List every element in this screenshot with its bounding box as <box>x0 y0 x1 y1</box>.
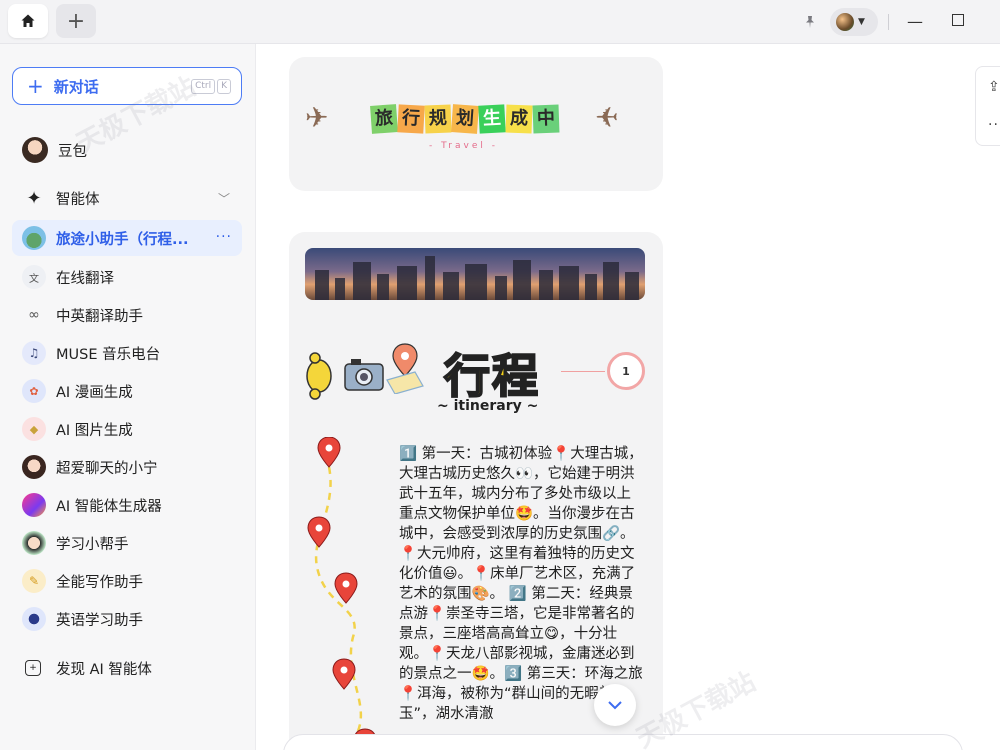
sidebar-item-english-assistant[interactable]: 英语学习助手 <box>12 601 242 637</box>
more-options-icon[interactable]: ··· <box>216 229 232 245</box>
map-pin-icon <box>386 343 424 394</box>
pin-icon <box>806 16 814 28</box>
chevron-down-icon: ﹀ <box>217 192 230 206</box>
more-options-icon[interactable]: ··· <box>988 117 1000 133</box>
sidebar-item-label: 豆包 <box>58 143 87 160</box>
map-pin-icon <box>317 437 341 468</box>
sidebar-item-doubao[interactable]: 豆包 <box>12 132 242 168</box>
banner-char: 旅 <box>370 104 398 134</box>
banner-char: 中 <box>532 104 560 134</box>
share-icon[interactable]: ⇪ <box>988 79 1000 95</box>
gradient-orb-icon <box>22 493 46 517</box>
sidebar-item-en-cn-translate[interactable]: ∞ 中英翻译助手 <box>12 297 242 333</box>
banner-char: 规 <box>424 104 452 134</box>
music-note-icon: ♫ <box>22 341 46 365</box>
sidebar-item-ai-comic[interactable]: ✿ AI 漫画生成 <box>12 373 242 409</box>
chat-area: ✈ 旅 行 规 划 生 成 中 - Travel - ✈ 行程 ~ itiner… <box>257 44 1000 750</box>
sidebar-item-ai-image[interactable]: ◆ AI 图片生成 <box>12 411 242 447</box>
home-icon <box>21 14 35 27</box>
avatar <box>836 13 854 31</box>
sidebar-item-label: 英语学习助手 <box>56 612 143 629</box>
sidebar-item-label: 旅途小助手（行程... <box>56 231 189 248</box>
sidebar: + 新对话 Ctrl K 豆包 ✦ 智能体 ﹀ 旅途小助手（行程... ··· … <box>0 44 256 750</box>
pin-button[interactable] <box>800 12 820 32</box>
sidebar-item-study-helper[interactable]: 学习小帮手 <box>12 525 242 561</box>
sidebar-item-label: AI 图片生成 <box>56 422 133 439</box>
sidebar-item-discover-agents[interactable]: + 发现 AI 智能体 <box>12 650 242 686</box>
shortcut-hint: Ctrl K <box>191 79 231 94</box>
globe-icon <box>22 607 46 631</box>
message-input[interactable] <box>283 734 963 750</box>
banner-subtitle: - Travel - <box>429 141 498 151</box>
banner-title: 旅 行 规 划 生 成 中 <box>370 104 560 134</box>
minimize-button[interactable]: — <box>905 10 925 32</box>
city-skyline-image <box>305 248 645 300</box>
sidebar-item-label: 智能体 <box>56 191 100 208</box>
map-pin-icon <box>307 516 331 548</box>
sidebar-item-label: 超爱聊天的小宁 <box>56 460 158 477</box>
sidebar-item-agents[interactable]: ✦ 智能体 ﹀ <box>12 180 242 216</box>
comic-icon: ✿ <box>22 379 46 403</box>
chevron-down-icon: ▼ <box>858 17 865 27</box>
sidebar-item-label: AI 智能体生成器 <box>56 498 162 515</box>
route-path-graphic <box>307 437 377 750</box>
scroll-to-bottom-button[interactable] <box>594 684 636 726</box>
new-tab-button[interactable]: + <box>56 4 96 38</box>
sidebar-item-muse-radio[interactable]: ♫ MUSE 音乐电台 <box>12 335 242 371</box>
sidebar-item-label: 在线翻译 <box>56 270 114 287</box>
airplane-icon: ✈ <box>305 101 329 134</box>
doubao-avatar-icon <box>22 137 48 163</box>
chevron-down-icon <box>608 701 622 710</box>
message-card-banner: ✈ 旅 行 规 划 生 成 中 - Travel - ✈ <box>289 57 663 191</box>
minimize-icon: — <box>907 11 923 31</box>
airplane-icon: ✈ <box>595 101 619 134</box>
sidebar-item-online-translate[interactable]: 文 在线翻译 <box>12 259 242 295</box>
arrow-connector <box>561 371 605 372</box>
sparkle-icon: ✦ <box>26 187 42 209</box>
camera-icon <box>344 359 384 391</box>
sidebar-item-label: 中英翻译助手 <box>56 308 143 325</box>
step-badge: 1 <box>607 352 645 390</box>
banner-char: 成 <box>505 104 533 134</box>
sidebar-item-label: 学习小帮手 <box>56 536 129 553</box>
itinerary-heading: 行程 <box>443 348 540 404</box>
link-icon: ∞ <box>28 307 40 323</box>
student-avatar-icon <box>22 531 46 555</box>
character-avatar-icon <box>22 455 46 479</box>
maximize-button[interactable] <box>952 14 964 26</box>
travel-assistant-icon <box>22 226 46 250</box>
image-gen-icon: ◆ <box>22 417 46 441</box>
discover-icon: + <box>25 660 41 676</box>
account-menu-button[interactable]: ▼ <box>830 8 878 36</box>
scooter-icon <box>306 352 332 400</box>
sidebar-item-label: 全能写作助手 <box>56 574 143 591</box>
shortcut-key: K <box>217 79 231 94</box>
new-chat-button[interactable]: + 新对话 Ctrl K <box>12 67 242 105</box>
itinerary-subheading: ~ itinerary ~ <box>437 398 539 414</box>
banner-char: 行 <box>397 104 425 134</box>
plus-icon: + <box>27 74 44 98</box>
sidebar-item-travel-assistant[interactable]: 旅途小助手（行程... ··· <box>12 220 242 256</box>
sidebar-item-label: AI 漫画生成 <box>56 384 133 401</box>
title-bar: + ▼ — <box>0 0 1000 44</box>
new-chat-label: 新对话 <box>53 77 99 96</box>
sidebar-item-chat-ning[interactable]: 超爱聊天的小宁 <box>12 449 242 485</box>
plus-icon: + <box>66 8 86 34</box>
banner-char: 划 <box>451 104 479 134</box>
divider <box>888 14 889 30</box>
message-actions-panel: ⇪ ··· <box>975 66 1000 146</box>
message-card-itinerary: 行程 ~ itinerary ~ 1 1️⃣ 第一天：古城初体验📍大理古城，大理… <box>289 232 663 750</box>
sidebar-item-label: 发现 AI 智能体 <box>56 661 152 678</box>
banner-char: 生 <box>478 104 506 134</box>
map-pin-icon <box>332 658 356 690</box>
shortcut-key: Ctrl <box>191 79 216 94</box>
sidebar-item-agent-generator[interactable]: AI 智能体生成器 <box>12 487 242 523</box>
itinerary-text: 1️⃣ 第一天：古城初体验📍大理古城，大理古城历史悠久👀，它始建于明洪武十五年，… <box>399 446 643 722</box>
sidebar-item-writing-assistant[interactable]: ✎ 全能写作助手 <box>12 563 242 599</box>
sidebar-item-label: MUSE 音乐电台 <box>56 346 161 363</box>
translate-icon: 文 <box>22 265 46 289</box>
map-pin-icon <box>334 572 358 604</box>
pencil-icon: ✎ <box>22 569 46 593</box>
home-tab-button[interactable] <box>8 4 48 38</box>
